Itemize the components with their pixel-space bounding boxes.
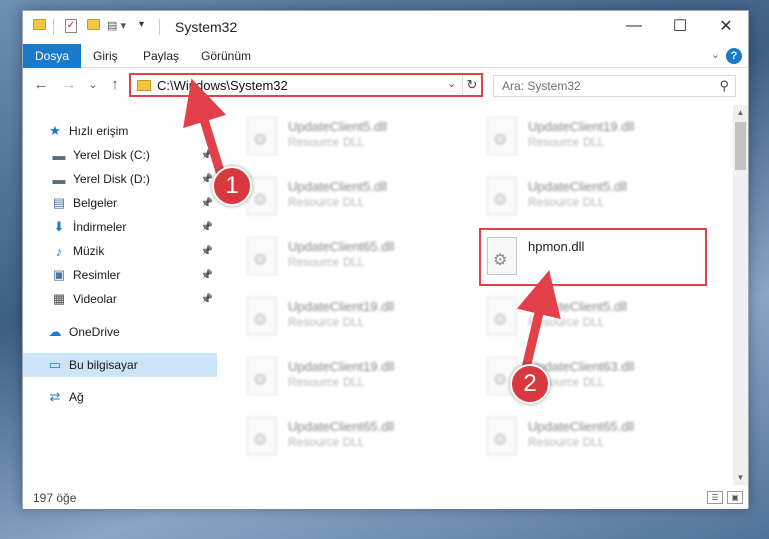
step-1-badge: 1 — [212, 166, 252, 206]
arrow-to-file — [516, 270, 561, 370]
step-2-badge: 2 — [510, 364, 550, 404]
annotation-arrows — [183, 78, 561, 370]
arrow-to-address-bar — [183, 78, 227, 180]
